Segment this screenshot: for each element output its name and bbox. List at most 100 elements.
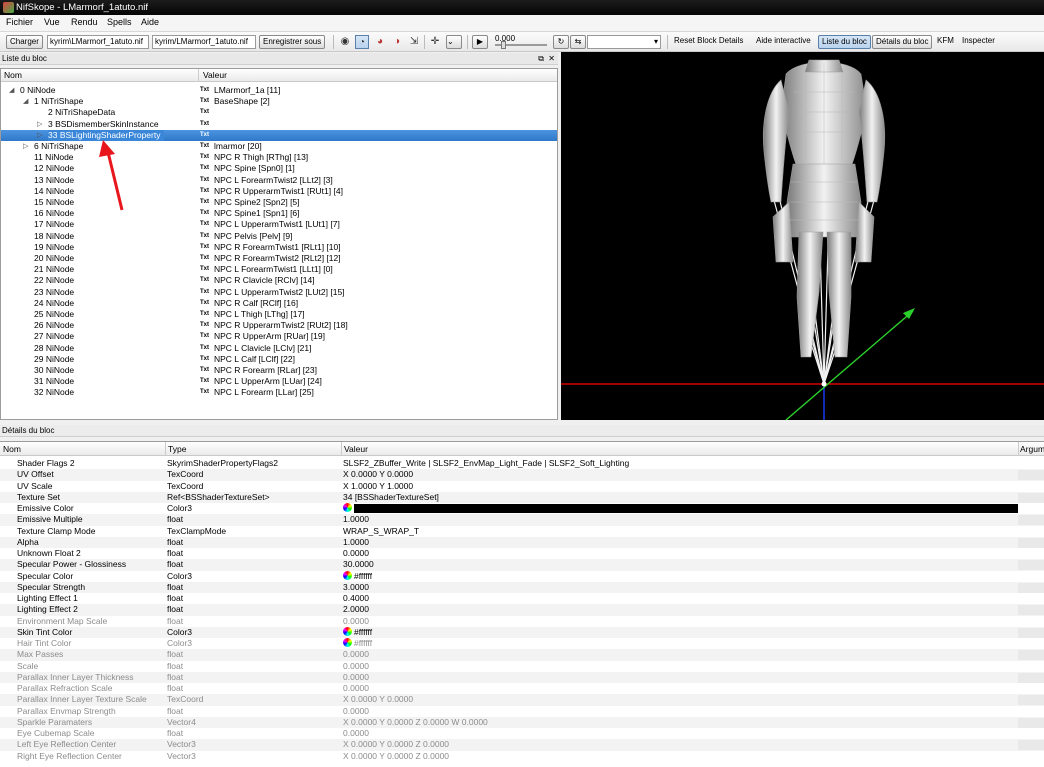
close-icon[interactable]: ✕ [548,53,555,65]
details-row-value[interactable]: 34 [BSShaderTextureSet] [343,492,439,503]
details-row[interactable]: UV Scale TexCoord X 1.0000 Y 1.0000 [0,481,1044,492]
tree-row[interactable]: 29 NiNode Txt NPC L Calf [LClf] [22] [1,354,557,365]
details-row-value[interactable]: 0.0000 [343,683,369,694]
expanded-arrow-icon[interactable]: ◢ [23,96,28,107]
time-slider-handle[interactable] [501,41,506,49]
details-row[interactable]: Parallax Inner Layer Texture Scale TexCoo… [0,694,1044,706]
details-row-value[interactable]: WRAP_S_WRAP_T [343,526,419,537]
tree-row[interactable]: 24 NiNode Txt NPC R Calf [RClf] [16] [1,298,557,309]
view-eye-icon[interactable]: ◉ [338,35,352,49]
details-row-value[interactable]: SLSF2_ZBuffer_Write | SLSF2_EnvMap_Light… [343,458,629,469]
column-header-type[interactable]: Type [168,444,186,454]
save-as-button[interactable]: Enregistrer sous [259,35,326,49]
details-row-value[interactable]: 30.0000 [343,559,374,570]
tree-row[interactable]: 19 NiNode Txt NPC R ForearmTwist1 [RLt1] [… [1,242,557,253]
view-hidden-icon[interactable]: ◑ [390,35,404,49]
column-header-name[interactable]: Nom [3,444,21,454]
color-wheel-icon[interactable] [343,503,352,512]
details-row-value[interactable]: 1.0000 [343,514,369,525]
tree-row[interactable]: 12 NiNode Txt NPC Spine [Spn0] [1] [1,163,557,174]
details-row[interactable]: Specular Strength float 3.0000 [0,581,1044,593]
details-row[interactable]: Shader Flags 2 SkyrimShaderPropertyFlags2… [0,458,1044,469]
tree-row[interactable]: ▷ 33 BSLightingShaderProperty Txt [1,129,557,141]
details-row[interactable]: Parallax Inner Layer Thickness float 0.000… [0,671,1044,683]
block-list-tree[interactable]: Nom Valeur ◢ 0 NiNode Txt LMarmorf_1a [11] ◢… [0,68,558,420]
tree-row[interactable]: 15 NiNode Txt NPC Spine2 [Spn2] [5] [1,197,557,208]
column-header-value[interactable]: Valeur [344,444,368,454]
details-row[interactable]: UV Offset TexCoord X 0.0000 Y 0.0000 [0,469,1044,481]
tree-row[interactable]: ▷ 3 BSDismemberSkinInstance Txt [1,119,557,130]
details-row[interactable]: Right Eye Reflection Center Vector3 X 0.00… [0,751,1044,762]
details-row[interactable]: Scale float 0.0000 [0,661,1044,672]
details-row-value[interactable]: 1.0000 [343,537,369,548]
view-red-icon[interactable]: ◕ [373,35,387,49]
details-row[interactable]: Parallax Envmap Strength float 0.0000 [0,706,1044,717]
color-swatch[interactable] [354,504,1018,513]
kfm-button[interactable]: KFM [937,36,954,45]
details-row[interactable]: Lighting Effect 1 float 0.4000 [0,593,1044,604]
details-row[interactable]: Lighting Effect 2 float 2.0000 [0,604,1044,616]
block-details-toggle[interactable]: Détails du bloc [872,35,933,49]
details-row[interactable]: Skin Tint Color Color3 #ffffff [0,626,1044,638]
details-row[interactable]: Emissive Multiple float 1.0000 [0,514,1044,526]
details-row[interactable]: Specular Color Color3 #ffffff [0,570,1044,582]
details-row[interactable]: Parallax Refraction Scale float 0.0000 [0,683,1044,694]
tree-row[interactable]: ◢ 1 NiTriShape Txt BaseShape [2] [1,96,557,107]
details-row-value[interactable]: 0.0000 [343,548,369,559]
save-path-input[interactable]: kyrim/LMarmorf_1atuto.nif [152,35,256,49]
details-row[interactable]: Unknown Float 2 float 0.0000 [0,548,1044,559]
details-row[interactable]: Eye Cubemap Scale float 0.0000 [0,728,1044,739]
tree-row[interactable]: 23 NiNode Txt NPC L UpperarmTwist2 [LUt2] … [1,287,557,298]
tree-row[interactable]: 16 NiNode Txt NPC Spine1 [Spn1] [6] [1,208,557,219]
details-row[interactable]: Emissive Color Color3 [0,503,1044,514]
details-row[interactable]: Left Eye Reflection Center Vector3 X 0.000… [0,739,1044,751]
collapsed-arrow-icon[interactable]: ▷ [37,119,42,130]
tree-row[interactable]: 11 NiNode Txt NPC R Thigh [RThg] [13] [1,152,557,163]
menu-spells[interactable]: Spells [107,17,132,27]
column-header-name[interactable]: Nom [4,70,22,80]
details-row-value[interactable]: X 0.0000 Y 0.0000 Z 0.0000 [343,739,449,750]
load-button[interactable]: Charger [6,35,43,49]
details-row-value[interactable]: 0.0000 [343,616,369,627]
menu-fichier[interactable]: Fichier [6,17,33,27]
select-tool-icon[interactable]: ⇲ [407,35,421,49]
3d-viewport[interactable] [561,52,1044,420]
details-row[interactable]: Texture Clamp Mode TexClampMode WRAP_S_WRA… [0,526,1044,537]
menu-aide[interactable]: Aide [141,17,159,27]
tree-row[interactable]: 2 NiTriShapeData Txt [1,107,557,118]
tree-row[interactable]: ◢ 0 NiNode Txt LMarmorf_1a [11] [1,85,557,96]
tree-row[interactable]: ▷ 6 NiTriShape Txt lmarmor [20] [1,141,557,152]
details-row[interactable]: Alpha float 1.0000 [0,536,1044,548]
details-row-value[interactable]: X 0.0000 Y 0.0000 Z 0.0000 W 0.0000 [343,717,488,728]
collapsed-arrow-icon[interactable]: ▷ [23,141,28,152]
details-row[interactable]: Max Passes float 0.0000 [0,649,1044,661]
load-path-input[interactable]: kyrim\LMarmorf_1atuto.nif [47,35,149,49]
switch-icon[interactable]: ⇆ [570,35,586,49]
block-list-toggle[interactable]: Liste du bloc [818,35,871,49]
details-row-value[interactable]: #ffffff [343,626,372,638]
inspect-button[interactable]: Inspecter [962,36,995,45]
details-row-value[interactable]: #ffffff [343,570,372,582]
details-row-value[interactable]: 0.0000 [343,661,369,672]
tree-row[interactable]: 28 NiNode Txt NPC L Clavicle [LClv] [21] [1,343,557,354]
details-row-value[interactable]: X 1.0000 Y 1.0000 [343,481,413,492]
tree-row[interactable]: 31 NiNode Txt NPC L UpperArm [LUar] [24] [1,376,557,387]
details-row-value[interactable]: X 0.0000 Y 0.0000 [343,469,413,480]
tree-row[interactable]: 32 NiNode Txt NPC L Forearm [LLar] [25] [1,387,557,398]
details-row-value[interactable] [343,503,354,514]
tree-row[interactable]: 30 NiNode Txt NPC R Forearm [RLar] [23] [1,365,557,376]
color-wheel-icon[interactable] [343,626,352,636]
tree-row[interactable]: 27 NiNode Txt NPC R UpperArm [RUar] [19] [1,331,557,342]
tree-row[interactable]: 18 NiNode Txt NPC Pelvis [Pelv] [9] [1,231,557,242]
menu-vue[interactable]: Vue [44,17,60,27]
dropdown-chevron-icon[interactable]: ⌄ [446,35,462,49]
transform-icon[interactable]: ✛ [428,35,442,49]
details-row-value[interactable]: 0.0000 [343,672,369,683]
tree-row[interactable]: 21 NiNode Txt NPC L ForearmTwist1 [LLt1] [… [1,264,557,275]
color-wheel-icon[interactable] [343,570,352,580]
tree-row[interactable]: 20 NiNode Txt NPC R ForearmTwist2 [RLt2] [… [1,253,557,264]
collapsed-arrow-icon[interactable]: ▷ [37,130,42,141]
expanded-arrow-icon[interactable]: ◢ [9,85,14,96]
details-row-value[interactable]: 0.0000 [343,706,369,717]
details-row[interactable]: Environment Map Scale float 0.0000 [0,616,1044,627]
